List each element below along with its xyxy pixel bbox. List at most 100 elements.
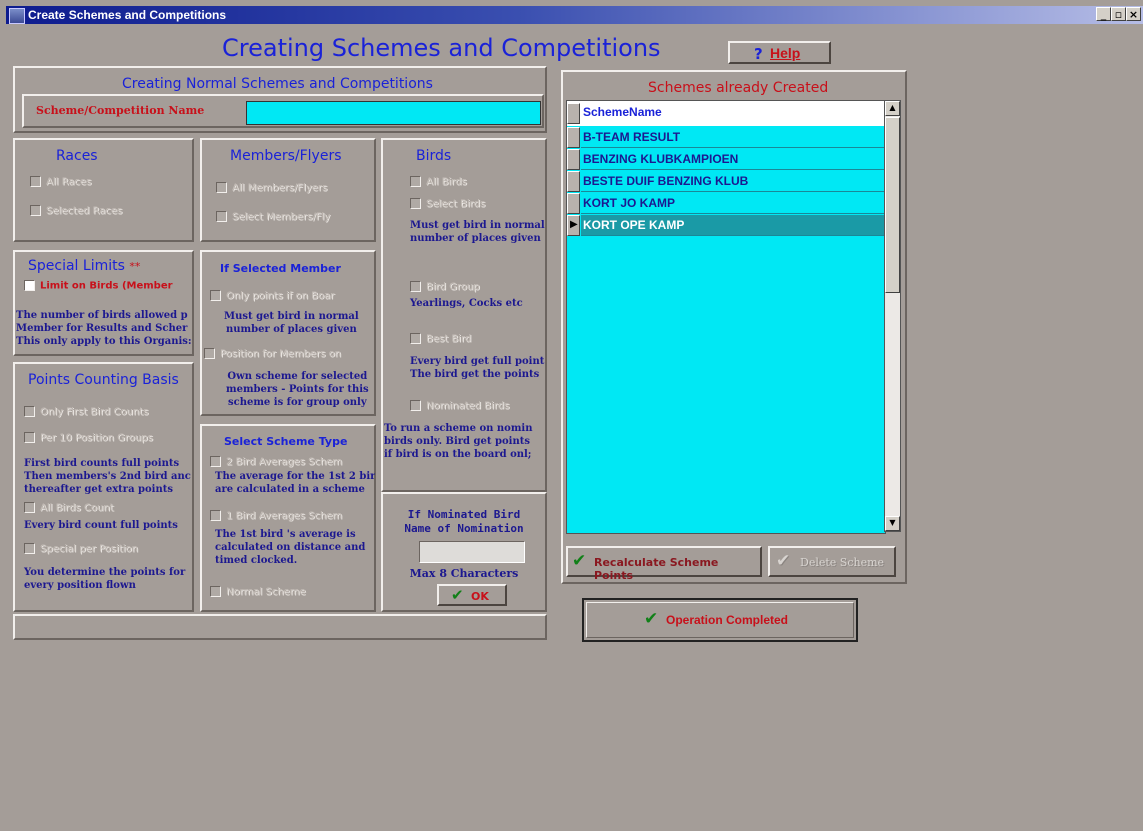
selected-member-title: If Selected Member bbox=[220, 262, 341, 275]
best-bird-label: Best Bird bbox=[426, 333, 472, 345]
birds-desc: Must get bird in normal number of places… bbox=[410, 220, 545, 244]
status-text: Operation Completed bbox=[666, 613, 789, 627]
scheme-row[interactable]: BENZING KLUBKAMPIOEN bbox=[581, 149, 885, 170]
check-icon: ✔ bbox=[451, 586, 464, 604]
bird-group-label: Bird Group bbox=[426, 281, 480, 293]
check-icon: ✔ bbox=[644, 609, 659, 629]
only-points-checkbox[interactable]: Only points if on Boar bbox=[210, 290, 334, 302]
bottom-status-bar bbox=[13, 614, 547, 640]
scheme-row[interactable]: KORT JO KAMP bbox=[581, 193, 885, 214]
per10-label: Per 10 Position Groups bbox=[40, 432, 153, 444]
bird-group-checkbox[interactable]: Bird Group bbox=[410, 281, 480, 293]
points-desc1: First bird counts full points Then membe… bbox=[24, 458, 191, 495]
one-bird-avg-checkbox[interactable]: 1 Bird Averages Schem bbox=[210, 510, 342, 522]
help-icon: ? bbox=[754, 45, 763, 63]
row-indicator[interactable] bbox=[567, 193, 580, 214]
delete-scheme-label: Delete Scheme bbox=[800, 556, 885, 569]
nominated-birds-checkbox[interactable]: Nominated Birds bbox=[410, 400, 509, 412]
all-birds-count-checkbox[interactable]: All Birds Count bbox=[24, 502, 114, 514]
grid-scrollbar[interactable]: ▲ ▼ bbox=[884, 100, 901, 532]
selected-races-checkbox[interactable]: Selected Races bbox=[30, 205, 122, 217]
all-races-label: All Races bbox=[46, 176, 92, 188]
one-bird-desc: The 1st bird 's average is calculated on… bbox=[215, 529, 366, 566]
nomination-title2: Name of Nomination bbox=[404, 522, 524, 535]
special-stars: ** bbox=[129, 260, 141, 273]
special-limits-title: Special Limits ** bbox=[28, 258, 141, 274]
schemes-title: Schemes already Created bbox=[648, 80, 829, 96]
row-indicator[interactable] bbox=[567, 171, 580, 192]
position-members-checkbox[interactable]: Position for Members on bbox=[204, 348, 341, 360]
window-title: Create Schemes and Competitions bbox=[28, 8, 227, 22]
ok-label: OK bbox=[471, 590, 489, 603]
selected-member-desc1: Must get bird in normal number of places… bbox=[224, 311, 359, 335]
all-members-label: All Members/Flyers bbox=[232, 182, 328, 194]
only-points-label: Only points if on Boar bbox=[226, 290, 335, 302]
check-icon: ✔ bbox=[776, 551, 791, 571]
limit-birds-checkbox[interactable]: Limit on Birds (Member bbox=[24, 280, 173, 292]
minimize-button[interactable]: _ bbox=[1096, 7, 1111, 21]
delete-scheme-button[interactable]: ✔ Delete Scheme bbox=[768, 546, 896, 577]
help-label: Help bbox=[770, 45, 801, 61]
limit-birds-label: Limit on Birds (Member bbox=[40, 280, 173, 292]
first-bird-label: Only First Bird Counts bbox=[40, 406, 149, 418]
two-bird-avg-checkbox[interactable]: 2 Bird Averages Schem bbox=[210, 456, 342, 468]
scroll-up-button[interactable]: ▲ bbox=[885, 101, 900, 116]
all-birds-checkbox[interactable]: All Birds bbox=[410, 176, 467, 188]
special-desc: The number of birds allowed p Member for… bbox=[16, 310, 192, 347]
nominated-desc: To run a scheme on nomin birds only. Bir… bbox=[384, 423, 533, 460]
window-titlebar: Create Schemes and Competitions bbox=[6, 6, 1143, 24]
nomination-input[interactable] bbox=[419, 541, 525, 563]
row-pointer-icon: ▶ bbox=[570, 219, 578, 230]
operation-status: ✔ Operation Completed bbox=[582, 598, 858, 642]
scheme-name-label: Scheme/Competition Name bbox=[36, 104, 205, 117]
scroll-down-button[interactable]: ▼ bbox=[885, 516, 900, 531]
per10-checkbox[interactable]: Per 10 Position Groups bbox=[24, 432, 153, 444]
best-bird-checkbox[interactable]: Best Bird bbox=[410, 333, 471, 345]
schemes-grid[interactable]: SchemeName B-TEAM RESULT BENZING KLUBKAMP… bbox=[566, 100, 886, 534]
best-bird-desc: Every bird get full point The bird get t… bbox=[410, 356, 545, 380]
first-bird-checkbox[interactable]: Only First Bird Counts bbox=[24, 406, 148, 418]
scheme-type-title: Select Scheme Type bbox=[224, 435, 348, 448]
bird-group-desc: Yearlings, Cocks etc bbox=[410, 298, 523, 309]
recalculate-label: Recalculate Scheme Points bbox=[594, 556, 719, 582]
row-indicator[interactable]: ▶ bbox=[567, 215, 580, 236]
two-bird-desc: The average for the 1st 2 bir are calcul… bbox=[215, 471, 375, 495]
app-icon bbox=[9, 8, 25, 24]
two-bird-avg-label: 2 Bird Averages Schem bbox=[226, 456, 343, 468]
points-title: Points Counting Basis bbox=[28, 372, 179, 388]
all-races-checkbox[interactable]: All Races bbox=[30, 176, 91, 188]
points-desc2: Every bird count full points bbox=[24, 520, 178, 531]
column-header-schemename[interactable]: SchemeName bbox=[583, 105, 662, 119]
races-title: Races bbox=[56, 148, 98, 164]
special-position-checkbox[interactable]: Special per Position bbox=[24, 543, 138, 555]
scheme-row[interactable]: BESTE DUIF BENZING KLUB bbox=[581, 171, 885, 192]
special-position-label: Special per Position bbox=[40, 543, 138, 555]
row-indicator[interactable] bbox=[567, 127, 580, 148]
nomination-title1: If Nominated Bird bbox=[407, 508, 521, 521]
all-members-checkbox[interactable]: All Members/Flyers bbox=[216, 182, 327, 194]
scheme-row[interactable]: KORT OPE KAMP bbox=[581, 215, 885, 236]
normal-scheme-checkbox[interactable]: Normal Scheme bbox=[210, 586, 306, 598]
points-desc3: You determine the points for every posit… bbox=[24, 567, 186, 591]
scroll-thumb[interactable] bbox=[885, 117, 900, 293]
birds-title: Birds bbox=[416, 148, 452, 164]
scheme-row[interactable]: B-TEAM RESULT bbox=[581, 127, 885, 148]
select-birds-label: Select Birds bbox=[426, 198, 486, 210]
maximize-button[interactable]: ▫ bbox=[1111, 7, 1126, 21]
races-panel bbox=[13, 138, 194, 242]
normal-scheme-title: Creating Normal Schemes and Competitions bbox=[122, 76, 433, 92]
select-members-checkbox[interactable]: Select Members/Fly bbox=[216, 211, 330, 223]
scheme-name-input[interactable] bbox=[246, 101, 541, 125]
selected-races-label: Selected Races bbox=[46, 205, 123, 217]
row-indicator[interactable] bbox=[567, 149, 580, 170]
one-bird-avg-label: 1 Bird Averages Schem bbox=[226, 510, 343, 522]
selected-member-desc2: Own scheme for selected members - Points… bbox=[226, 371, 369, 408]
select-members-label: Select Members/Fly bbox=[232, 211, 331, 223]
close-button[interactable]: × bbox=[1126, 7, 1141, 21]
check-icon: ✔ bbox=[572, 551, 587, 571]
select-birds-checkbox[interactable]: Select Birds bbox=[410, 198, 485, 210]
ok-button[interactable]: ✔ OK bbox=[437, 584, 507, 606]
help-button[interactable]: ? Help bbox=[728, 41, 831, 64]
all-birds-count-label: All Birds Count bbox=[40, 502, 114, 514]
recalculate-button[interactable]: ✔ Recalculate Scheme Points bbox=[566, 546, 762, 582]
